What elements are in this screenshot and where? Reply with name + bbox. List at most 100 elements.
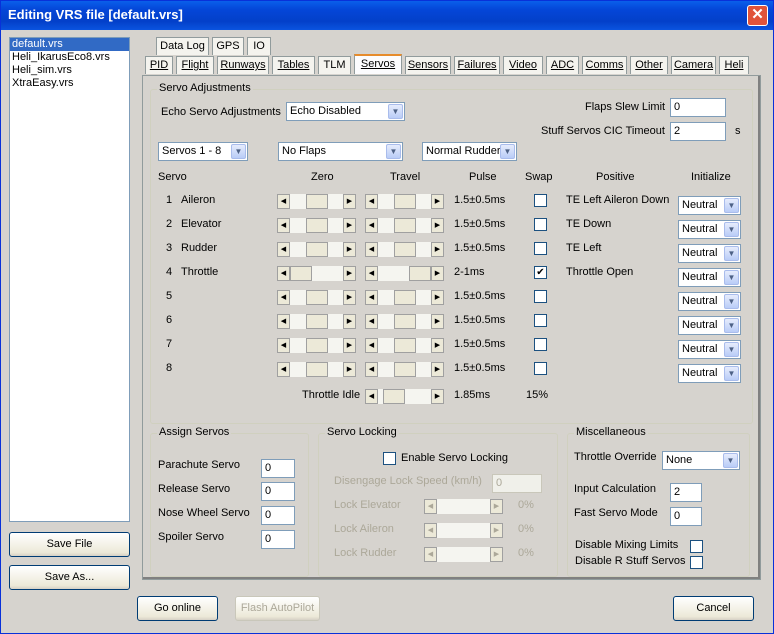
throttle-override-select[interactable]: None ▼ xyxy=(662,451,740,470)
arrow-left-icon[interactable]: ◀ xyxy=(365,389,378,404)
arrow-left-icon[interactable]: ◀ xyxy=(277,362,290,377)
arrow-left-icon[interactable]: ◀ xyxy=(277,194,290,209)
slider-thumb[interactable] xyxy=(394,362,416,377)
save-file-button[interactable]: Save File xyxy=(9,532,130,557)
throttle-idle-slider[interactable]: ◀ ▶ xyxy=(365,389,444,404)
arrow-right-icon[interactable]: ▶ xyxy=(343,338,356,353)
tab-video[interactable]: Video xyxy=(503,56,543,74)
chevron-down-icon[interactable]: ▼ xyxy=(723,453,738,468)
travel-slider[interactable]: ◀ ▶ xyxy=(365,362,444,377)
arrow-right-icon[interactable]: ▶ xyxy=(431,314,444,329)
tab-gps[interactable]: GPS xyxy=(212,37,244,55)
swap-checkbox[interactable] xyxy=(534,242,547,255)
slider-thumb[interactable] xyxy=(394,314,416,329)
arrow-left-icon[interactable]: ◀ xyxy=(365,314,378,329)
chevron-down-icon[interactable]: ▼ xyxy=(724,222,739,237)
chevron-down-icon[interactable]: ▼ xyxy=(724,318,739,333)
arrow-left-icon[interactable]: ◀ xyxy=(277,218,290,233)
arrow-left-icon[interactable]: ◀ xyxy=(277,242,290,257)
initialize-select[interactable]: Neutral ▼ xyxy=(678,364,741,383)
tab-data-log[interactable]: Data Log xyxy=(156,37,209,55)
release-servo-field[interactable]: 0 xyxy=(261,482,295,501)
initialize-select[interactable]: Neutral ▼ xyxy=(678,220,741,239)
lock-rudder-slider[interactable]: ◀ ▶ xyxy=(424,547,503,562)
chevron-down-icon[interactable]: ▼ xyxy=(724,198,739,213)
slider-thumb[interactable] xyxy=(306,362,328,377)
arrow-right-icon[interactable]: ▶ xyxy=(431,338,444,353)
lock-elevator-slider[interactable]: ◀ ▶ xyxy=(424,499,503,514)
arrow-right-icon[interactable]: ▶ xyxy=(343,290,356,305)
swap-checkbox[interactable]: ✔ xyxy=(534,266,547,279)
arrow-right-icon[interactable]: ▶ xyxy=(343,314,356,329)
arrow-right-icon[interactable]: ▶ xyxy=(490,523,503,538)
arrow-left-icon[interactable]: ◀ xyxy=(365,338,378,353)
arrow-right-icon[interactable]: ▶ xyxy=(343,218,356,233)
slider-thumb[interactable] xyxy=(306,194,328,209)
zero-slider[interactable]: ◀ ▶ xyxy=(277,194,356,209)
arrow-left-icon[interactable]: ◀ xyxy=(424,523,437,538)
input-calculation-field[interactable]: 2 xyxy=(670,483,702,502)
tab-pid[interactable]: PID xyxy=(145,56,173,74)
arrow-right-icon[interactable]: ▶ xyxy=(490,499,503,514)
chevron-down-icon[interactable]: ▼ xyxy=(724,246,739,261)
tab-runways[interactable]: Runways xyxy=(217,56,269,74)
arrow-left-icon[interactable]: ◀ xyxy=(277,338,290,353)
tab-servos[interactable]: Servos xyxy=(354,54,402,74)
flaps-mode-select[interactable]: No Flaps ▼ xyxy=(278,142,403,161)
file-item[interactable]: default.vrs xyxy=(10,38,129,51)
arrow-right-icon[interactable]: ▶ xyxy=(490,547,503,562)
slider-thumb[interactable] xyxy=(394,218,416,233)
initialize-select[interactable]: Neutral ▼ xyxy=(678,340,741,359)
slider-thumb[interactable] xyxy=(306,338,328,353)
slider-thumb[interactable] xyxy=(306,290,328,305)
tab-tlm[interactable]: TLM xyxy=(318,56,351,74)
arrow-right-icon[interactable]: ▶ xyxy=(343,242,356,257)
arrow-left-icon[interactable]: ◀ xyxy=(365,242,378,257)
tab-flight[interactable]: Flight xyxy=(176,56,214,74)
tab-heli[interactable]: Heli xyxy=(719,56,749,74)
chevron-down-icon[interactable]: ▼ xyxy=(724,366,739,381)
parachute-servo-field[interactable]: 0 xyxy=(261,459,295,478)
nose-wheel-servo-field[interactable]: 0 xyxy=(261,506,295,525)
travel-slider[interactable]: ◀ ▶ xyxy=(365,290,444,305)
chevron-down-icon[interactable]: ▼ xyxy=(500,144,515,159)
file-item[interactable]: Heli_IkarusEco8.vrs xyxy=(10,51,129,64)
arrow-left-icon[interactable]: ◀ xyxy=(365,218,378,233)
arrow-left-icon[interactable]: ◀ xyxy=(424,499,437,514)
spoiler-servo-field[interactable]: 0 xyxy=(261,530,295,549)
tab-failures[interactable]: Failures xyxy=(454,56,500,74)
slider-thumb[interactable] xyxy=(306,242,328,257)
arrow-right-icon[interactable]: ▶ xyxy=(431,389,444,404)
file-list[interactable]: default.vrs Heli_IkarusEco8.vrs Heli_sim… xyxy=(9,37,130,522)
cic-timeout-field[interactable]: 2 xyxy=(670,122,726,141)
chevron-down-icon[interactable]: ▼ xyxy=(386,144,401,159)
slider-thumb[interactable] xyxy=(394,338,416,353)
flaps-slew-field[interactable]: 0 xyxy=(670,98,726,117)
chevron-down-icon[interactable]: ▼ xyxy=(724,294,739,309)
slider-thumb[interactable] xyxy=(394,194,416,209)
initialize-select[interactable]: Neutral ▼ xyxy=(678,196,741,215)
slider-thumb[interactable] xyxy=(306,314,328,329)
tab-comms[interactable]: Comms xyxy=(582,56,627,74)
slider-thumb[interactable] xyxy=(394,290,416,305)
arrow-left-icon[interactable]: ◀ xyxy=(277,290,290,305)
disable-mixing-checkbox[interactable] xyxy=(690,540,703,553)
arrow-left-icon[interactable]: ◀ xyxy=(424,547,437,562)
swap-checkbox[interactable] xyxy=(534,314,547,327)
arrow-left-icon[interactable]: ◀ xyxy=(277,266,290,281)
travel-slider[interactable]: ◀ ▶ xyxy=(365,266,444,281)
initialize-select[interactable]: Neutral ▼ xyxy=(678,268,741,287)
lock-aileron-slider[interactable]: ◀ ▶ xyxy=(424,523,503,538)
chevron-down-icon[interactable]: ▼ xyxy=(724,270,739,285)
swap-checkbox[interactable] xyxy=(534,194,547,207)
swap-checkbox[interactable] xyxy=(534,338,547,351)
zero-slider[interactable]: ◀ ▶ xyxy=(277,266,356,281)
disengage-speed-field[interactable]: 0 xyxy=(492,474,542,493)
file-item[interactable]: Heli_sim.vrs xyxy=(10,64,129,77)
save-as-button[interactable]: Save As... xyxy=(9,565,130,590)
tab-io[interactable]: IO xyxy=(247,37,271,55)
zero-slider[interactable]: ◀ ▶ xyxy=(277,242,356,257)
slider-thumb[interactable] xyxy=(409,266,431,281)
travel-slider[interactable]: ◀ ▶ xyxy=(365,218,444,233)
slider-thumb[interactable] xyxy=(306,218,328,233)
